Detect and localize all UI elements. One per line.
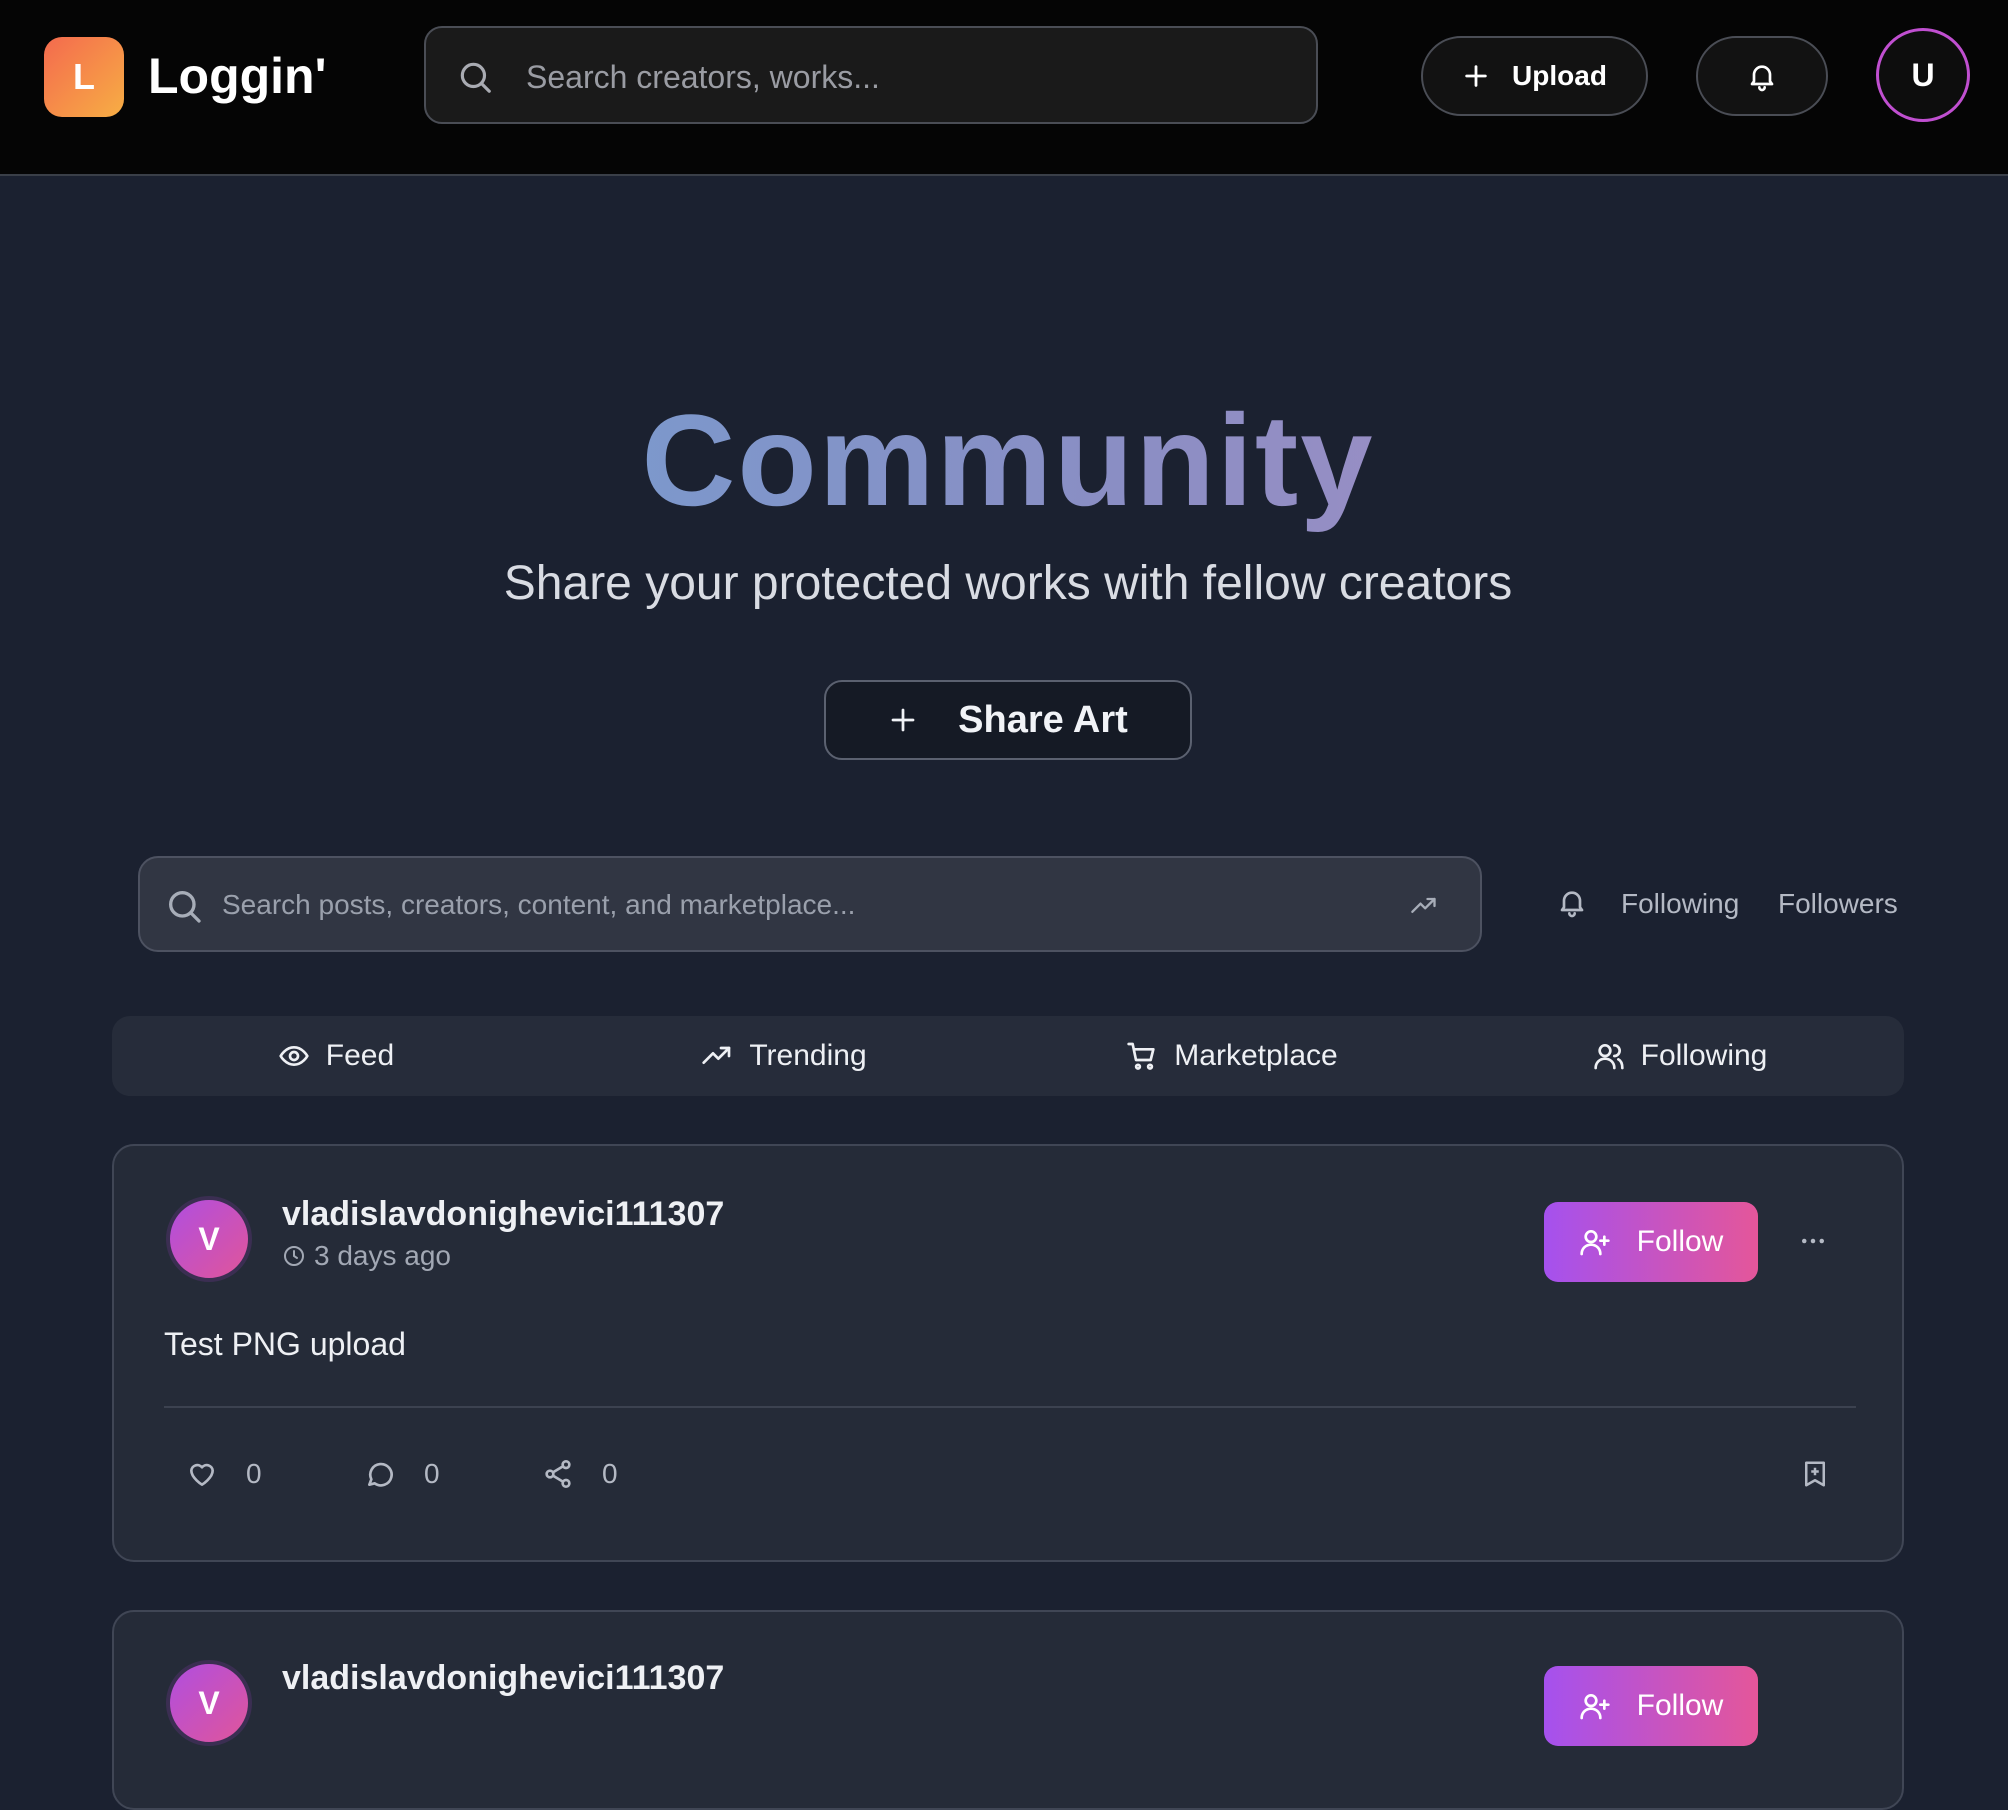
post-card: V vladislavdonighevici111307 Follow	[112, 1610, 1904, 1810]
logo-icon[interactable]: L	[44, 37, 124, 117]
more-options-icon[interactable]	[1798, 1226, 1828, 1256]
following-link[interactable]: Following	[1621, 882, 1739, 926]
content-search[interactable]	[138, 856, 1482, 952]
search-icon	[456, 58, 494, 96]
post-card: V vladislavdonighevici111307 3 days ago …	[112, 1144, 1904, 1562]
author-avatar[interactable]: V	[166, 1196, 252, 1282]
follow-button[interactable]: Follow	[1544, 1666, 1758, 1746]
brand-name[interactable]: Loggin'	[148, 44, 327, 108]
post-text: Test PNG upload	[164, 1326, 406, 1362]
comment-count: 0	[424, 1458, 440, 1489]
notifications-button[interactable]	[1696, 36, 1828, 116]
share-button[interactable]: 0	[542, 1458, 618, 1490]
clock-icon	[282, 1244, 306, 1268]
global-search[interactable]	[424, 26, 1318, 124]
plus-icon	[888, 705, 918, 735]
top-navbar: L Loggin' Upload U	[0, 0, 2008, 176]
user-plus-icon	[1579, 1226, 1611, 1258]
upload-button[interactable]: Upload	[1421, 36, 1648, 116]
feed-tabs: Feed Trending Marketplace Following	[112, 1016, 1904, 1096]
follow-button[interactable]: Follow	[1544, 1202, 1758, 1282]
like-button[interactable]: 0	[186, 1458, 262, 1490]
upload-label: Upload	[1512, 60, 1607, 91]
share-count: 0	[602, 1458, 618, 1489]
post-divider	[164, 1406, 1856, 1408]
page-subtitle: Share your protected works with fellow c…	[503, 557, 1513, 610]
bell-icon	[1746, 60, 1778, 92]
user-plus-icon	[1579, 1690, 1611, 1722]
comment-button[interactable]: 0	[364, 1458, 440, 1490]
tab-trending[interactable]: Trending	[560, 1016, 1008, 1096]
post-timestamp: 3 days ago	[282, 1240, 451, 1272]
search-icon	[164, 886, 204, 926]
page-title: Community	[0, 380, 2008, 540]
trending-icon[interactable]	[1408, 892, 1440, 920]
author-username[interactable]: vladislavdonighevici111307	[282, 1656, 724, 1700]
cart-icon	[1126, 1040, 1158, 1072]
author-username[interactable]: vladislavdonighevici111307	[282, 1192, 724, 1236]
eye-icon	[278, 1040, 310, 1072]
share-art-button[interactable]: Share Art	[824, 680, 1192, 760]
heart-icon	[186, 1458, 218, 1490]
plus-icon	[1462, 62, 1490, 90]
tab-following[interactable]: Following	[1456, 1016, 1904, 1096]
followers-link[interactable]: Followers	[1778, 882, 1898, 926]
global-search-input[interactable]	[524, 52, 1288, 102]
share-art-label: Share Art	[958, 698, 1128, 741]
bell-icon[interactable]	[1556, 886, 1588, 918]
tab-feed[interactable]: Feed	[112, 1016, 560, 1096]
comment-icon	[364, 1458, 396, 1490]
trending-icon	[701, 1040, 733, 1072]
users-icon	[1593, 1040, 1625, 1072]
share-icon	[542, 1458, 574, 1490]
content-search-input[interactable]	[220, 882, 1324, 928]
like-count: 0	[246, 1458, 262, 1489]
author-avatar[interactable]: V	[166, 1660, 252, 1746]
bookmark-icon[interactable]	[1800, 1458, 1830, 1490]
user-avatar[interactable]: U	[1876, 28, 1970, 122]
tab-marketplace[interactable]: Marketplace	[1008, 1016, 1456, 1096]
